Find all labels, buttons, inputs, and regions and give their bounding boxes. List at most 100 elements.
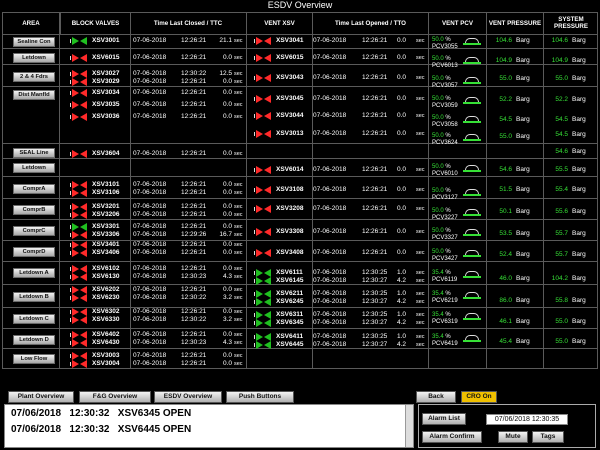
area-button[interactable]: Letdown: [13, 53, 55, 63]
block-valve-date: 07-06-2018: [133, 223, 167, 230]
valve-icon: [256, 74, 272, 82]
area-button[interactable]: ComprB: [13, 205, 55, 215]
vent-valve-tag[interactable]: XSV6345: [276, 319, 303, 327]
block-valve-tag[interactable]: XSV3406: [92, 249, 119, 257]
block-valve-tag[interactable]: XSV3306: [92, 231, 119, 239]
block-valve-tag[interactable]: XSV3206: [92, 211, 119, 219]
pcv-tag[interactable]: PCV6319: [432, 319, 458, 326]
block-valve-tag[interactable]: XSV3027: [92, 70, 119, 78]
vent-valve-tag[interactable]: XSV6145: [276, 277, 303, 285]
block-valve-tag[interactable]: XSV6130: [92, 273, 119, 281]
block-valve-tag[interactable]: XSV3301: [92, 223, 119, 231]
valve-icon: [256, 37, 272, 45]
block-valve-tag[interactable]: XSV3034: [92, 89, 119, 97]
block-valve-tag[interactable]: XSV3029: [92, 78, 119, 86]
area-button[interactable]: Low Flow: [13, 354, 55, 364]
vent-valve-unit: sec: [416, 229, 425, 235]
block-valve-ttc: 0.0: [222, 150, 232, 157]
block-valve-tag[interactable]: XSV6202: [92, 286, 119, 294]
push-buttons-button[interactable]: Push Buttons: [226, 391, 294, 403]
block-valve-tag[interactable]: XSV3036: [92, 113, 119, 121]
block-valve-tag[interactable]: XSV6402: [92, 331, 119, 339]
area-button[interactable]: ComprA: [13, 184, 55, 194]
vent-valve-tag[interactable]: XSV3041: [276, 37, 303, 45]
vent-valve-tag[interactable]: XSV6311: [276, 311, 303, 319]
area-button[interactable]: Letdown C: [13, 314, 55, 324]
block-valve-tag[interactable]: XSV6230: [92, 294, 119, 302]
vent-valve-tag[interactable]: XSV6445: [276, 341, 303, 349]
vent-valve-tag[interactable]: XSV3045: [276, 95, 303, 103]
block-valve-tag[interactable]: XSV3004: [92, 360, 119, 368]
area-button[interactable]: Dist Manfld: [13, 90, 55, 100]
block-valve-time: 12:30:22: [181, 294, 207, 301]
vent-valve-date: 07-06-2018: [313, 277, 347, 284]
area-button[interactable]: 2 & 4 Fdrs: [13, 72, 55, 82]
pcv-tag[interactable]: PCV6219: [432, 298, 458, 305]
vent-valve-tag[interactable]: XSV3108: [276, 186, 303, 194]
block-valve-tag[interactable]: XSV3001: [92, 37, 119, 45]
valve-icon: [72, 101, 88, 109]
fg-overview-button[interactable]: F&G Overview: [79, 391, 151, 403]
vent-valve-tag[interactable]: XSV3408: [276, 249, 303, 257]
pcv-tag[interactable]: PCV3427: [432, 256, 458, 263]
vent-valve-tag[interactable]: XSV3308: [276, 228, 303, 236]
back-button[interactable]: Back: [416, 391, 456, 403]
vent-valve-tag[interactable]: XSV3044: [276, 112, 303, 120]
vent-valve-time: 12:30:25: [362, 269, 388, 276]
vent-valve-tag[interactable]: XSV6111: [276, 269, 303, 277]
pcv-tag[interactable]: PCV6010: [432, 171, 458, 178]
area-button[interactable]: Letdown D: [13, 335, 55, 345]
pcv-tag[interactable]: PCV3227: [432, 215, 458, 222]
block-valve-tag[interactable]: XSV6102: [92, 265, 119, 273]
vent-valve-tag[interactable]: XSV6014: [276, 166, 303, 174]
area-button[interactable]: ComprC: [13, 226, 55, 236]
area-button[interactable]: Sealine Con: [13, 37, 55, 47]
pcv-tag[interactable]: PCV3127: [432, 195, 458, 202]
area-button[interactable]: Letdown: [13, 163, 55, 173]
block-valve-tag[interactable]: XSV6330: [92, 316, 119, 324]
pcv-tag[interactable]: PCV3624: [432, 140, 458, 147]
valve-right-half: [264, 249, 271, 257]
vent-valve-tag[interactable]: XSV6015: [276, 54, 303, 62]
pcv-tag[interactable]: PCV6419: [432, 341, 458, 348]
vent-valve-tag[interactable]: XSV6211: [276, 290, 303, 298]
block-valve-tag[interactable]: XSV6302: [92, 308, 119, 316]
alarm-list-button[interactable]: Alarm List: [422, 413, 466, 425]
event-log[interactable]: 07/06/2018 12:30:32 XSV6345 OPEN 07/06/2…: [4, 404, 414, 448]
alarm-confirm-button[interactable]: Alarm Confirm: [422, 431, 482, 443]
vent-valve-tag[interactable]: XSV6411: [276, 333, 303, 341]
area-button[interactable]: ComprD: [13, 247, 55, 257]
block-valve-tag[interactable]: XSV3003: [92, 352, 119, 360]
vent-valve-tag[interactable]: XSV3043: [276, 74, 303, 82]
vent-valve-tag[interactable]: XSV3208: [276, 205, 303, 213]
cro-on-button[interactable]: CRO On: [461, 391, 497, 403]
pcv-tag[interactable]: PCV6119: [432, 277, 457, 284]
area-button[interactable]: Letdown B: [13, 292, 55, 302]
plant-overview-button[interactable]: Plant Overview: [8, 391, 74, 403]
esdv-overview-button[interactable]: ESDV Overview: [154, 391, 222, 403]
pcv-tag[interactable]: PCV3058: [432, 122, 458, 129]
pcv-tag[interactable]: PCV3055: [432, 44, 458, 51]
pcv-tag[interactable]: PCV6013: [432, 63, 458, 70]
block-valve-tag[interactable]: XSV3101: [92, 181, 119, 189]
valve-icon: [72, 316, 88, 324]
vent-valve-tag[interactable]: XSV6245: [276, 298, 303, 306]
pcv-tag[interactable]: PCV3327: [432, 235, 458, 242]
log-scrollbar[interactable]: [405, 405, 413, 447]
mute-button[interactable]: Mute: [498, 431, 528, 443]
block-valve-tag[interactable]: XSV3401: [92, 241, 119, 249]
block-valve-tag[interactable]: XSV6430: [92, 339, 119, 347]
area-button[interactable]: SEAL Line: [13, 148, 55, 158]
tags-button[interactable]: Tags: [532, 431, 564, 443]
block-valve-ttc: 0.0: [222, 113, 232, 120]
block-valve-tag[interactable]: XSV3604: [92, 150, 119, 158]
pcv-tag[interactable]: PCV3059: [432, 103, 458, 110]
vent-valve-tag[interactable]: XSV3013: [276, 130, 303, 138]
block-valve-tag[interactable]: XSV3201: [92, 203, 119, 211]
block-valve-tag[interactable]: XSV3035: [92, 101, 119, 109]
vent-pressure-value: 50.1 Barg: [492, 208, 529, 216]
block-valve-tag[interactable]: XSV3106: [92, 189, 119, 197]
block-valve-tag[interactable]: XSV6015: [92, 54, 119, 62]
area-button[interactable]: Letdown A: [13, 268, 55, 278]
pcv-tag[interactable]: PCV3057: [432, 83, 458, 90]
